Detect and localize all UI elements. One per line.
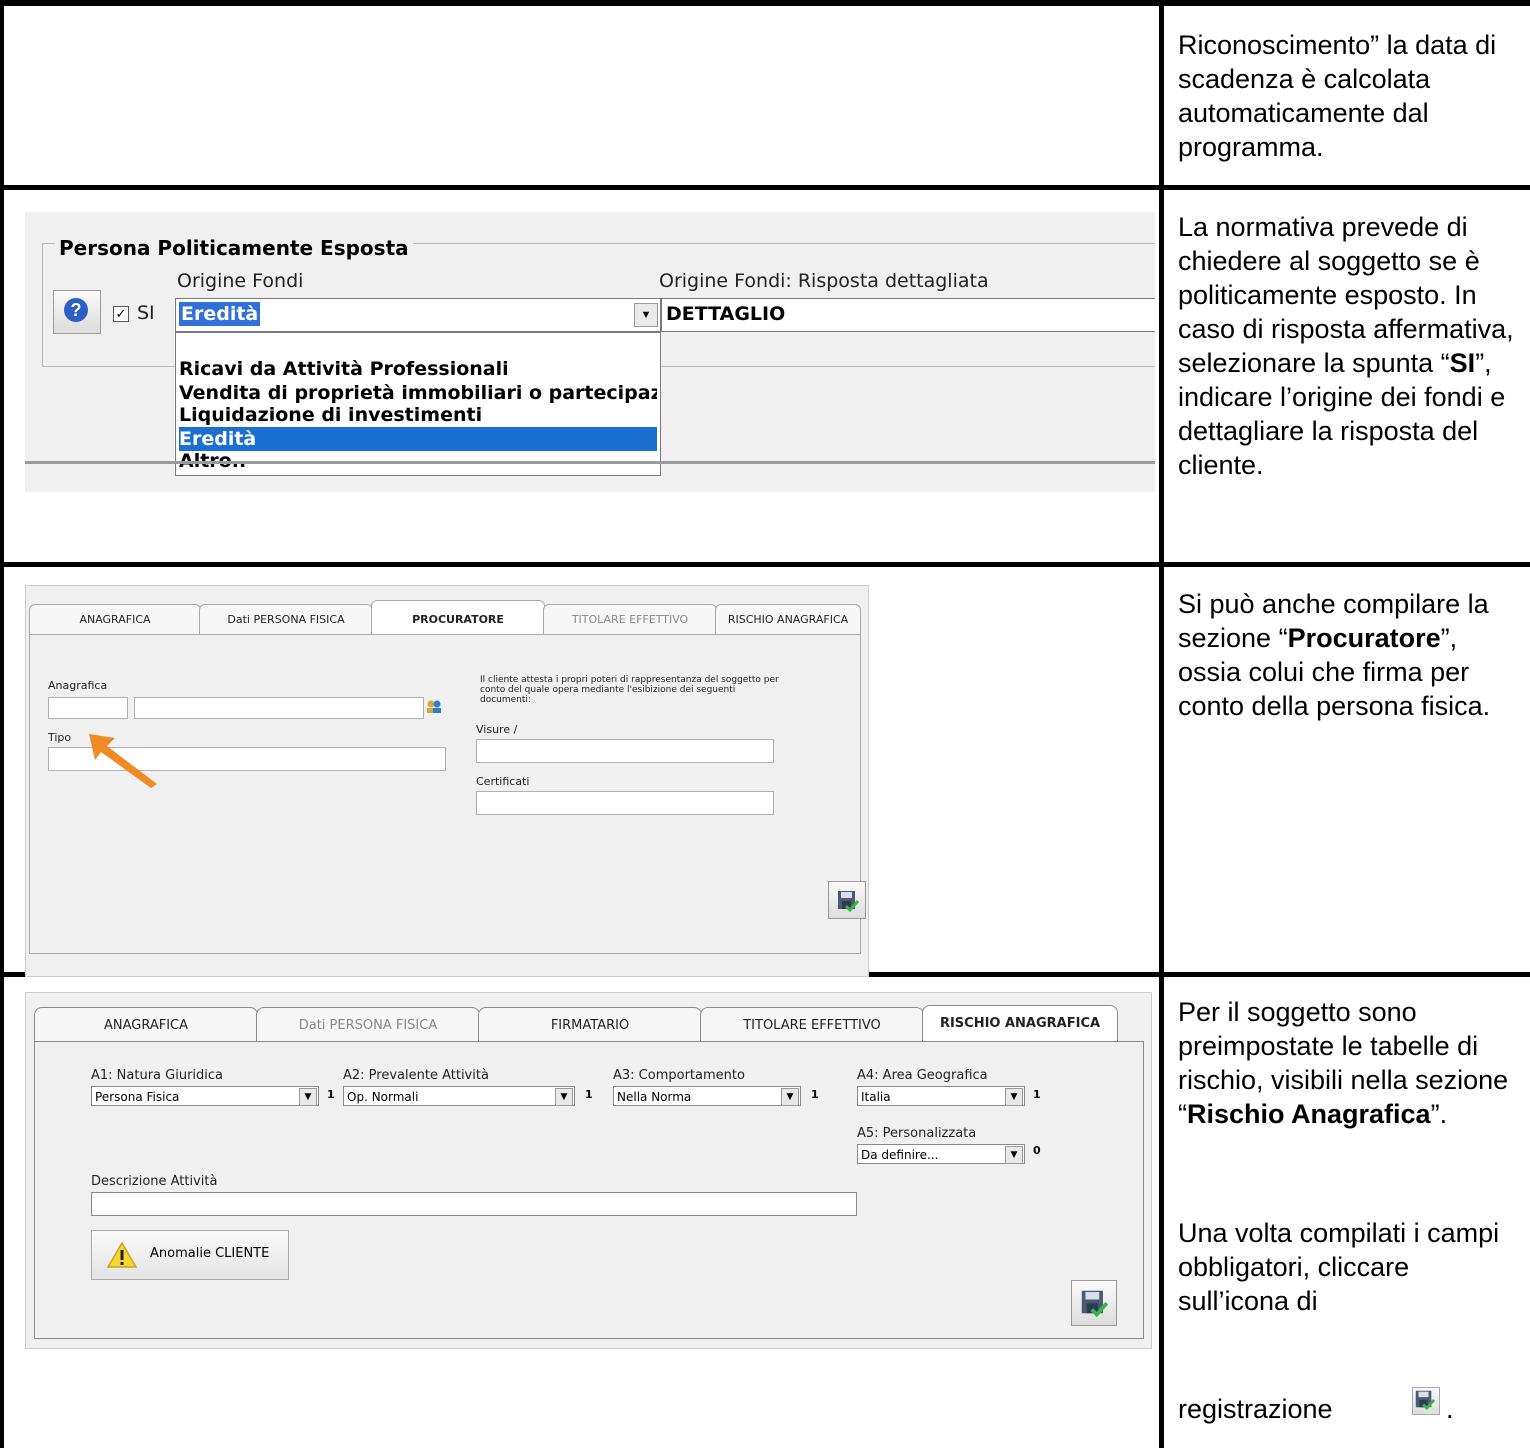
row4-registrazione: registrazione (1178, 1394, 1333, 1424)
a4-select[interactable]: Italia ▼ (857, 1086, 1025, 1106)
chevron-down-icon[interactable]: ▼ (1005, 1146, 1023, 1164)
save-icon (1412, 1387, 1440, 1415)
dropdown-option[interactable]: Vendita di proprietà immobiliari o parte… (179, 381, 657, 405)
a5-value: Da definire... (861, 1148, 939, 1162)
a1-value: Persona Fisica (95, 1090, 180, 1104)
chevron-down-icon[interactable]: ▼ (634, 303, 658, 327)
attestazione-note: Il cliente attesta i propri poteri di ra… (480, 675, 779, 705)
si-checkbox[interactable]: ✓ (113, 306, 129, 322)
dropdown-option[interactable]: Ricavi da Attività Professionali (179, 357, 657, 381)
tipo-label: Tipo (48, 731, 72, 744)
certificati-label: Certificati (476, 775, 530, 788)
dettaglio-label: Origine Fondi: Risposta dettagliata (659, 270, 989, 292)
procuratore-panel: Anagrafica Tipo Il cliente attesta i pro… (29, 634, 866, 954)
chevron-down-icon[interactable]: ▼ (555, 1088, 573, 1106)
origine-fondi-dropdown-list: Ricavi da Attività Professionali Vendita… (175, 332, 661, 476)
a3-label: A3: Comportamento (613, 1068, 745, 1083)
tab-titolare-effettivo[interactable]: TITOLARE EFFETTIVO (700, 1007, 924, 1042)
origine-fondi-label: Origine Fondi (177, 270, 304, 292)
selected-value: Eredità (179, 302, 261, 326)
row4-instruction: Una volta compilati i campi obbligatori,… (1178, 1218, 1500, 1316)
a2-label: A2: Prevalente Attività (343, 1068, 489, 1083)
a1-select[interactable]: Persona Fisica ▼ (91, 1086, 319, 1106)
save-button[interactable] (828, 881, 866, 919)
address-book-icon[interactable] (424, 697, 444, 717)
a5-select[interactable]: Da definire... ▼ (857, 1144, 1025, 1164)
table-border-left (0, 0, 4, 1448)
row-divider (0, 185, 1530, 190)
tab-titolare-effettivo[interactable]: TITOLARE EFFETTIVO (543, 604, 717, 635)
a4-score: 1 (1033, 1088, 1041, 1101)
warning-icon (106, 1241, 138, 1268)
a3-value: Nella Norma (617, 1090, 692, 1104)
chevron-down-icon[interactable]: ▼ (781, 1088, 799, 1106)
row3-description: Si può anche compilare la sezione “Procu… (1178, 589, 1491, 721)
tab-rischio-anagrafica[interactable]: RISCHIO ANAGRAFICA (715, 604, 861, 635)
a5-score: 0 (1033, 1144, 1041, 1157)
row2-description: La normativa prevede di chiedere al sogg… (1178, 212, 1514, 480)
pep-screenshot: Persona Politicamente Esposta Origine Fo… (25, 212, 1155, 492)
pep-legend: Persona Politicamente Esposta (55, 236, 413, 260)
a1-score: 1 (327, 1088, 335, 1101)
anomalie-label: Anomalie CLIENTE (150, 1246, 270, 1261)
a1-label: A1: Natura Giuridica (91, 1068, 224, 1083)
row4-description: Per il soggetto sono preimpostate le tab… (1178, 997, 1509, 1129)
a2-select[interactable]: Op. Normali ▼ (343, 1086, 575, 1106)
dropdown-option[interactable]: Liquidazione di investimenti (179, 403, 657, 427)
visure-label: Visure / (476, 723, 518, 736)
save-icon (1081, 1290, 1108, 1317)
save-button[interactable] (1071, 1280, 1117, 1326)
anomalie-cliente-button[interactable]: Anomalie CLIENTE (91, 1230, 289, 1280)
a4-label: A4: Area Geografica (857, 1068, 988, 1083)
help-button[interactable]: ? (53, 290, 101, 334)
arrow-icon (89, 734, 157, 788)
row-divider (0, 562, 1530, 567)
tab-anagrafica[interactable]: ANAGRAFICA (29, 604, 201, 635)
a5-label: A5: Personalizzata (857, 1126, 977, 1141)
descrizione-input[interactable] (91, 1192, 857, 1216)
rischio-screenshot: ANAGRAFICA Dati PERSONA FISICA FIRMATARI… (25, 992, 1152, 1349)
row1-description: Riconoscimento” la data di scadenza è ca… (1178, 30, 1497, 162)
document-table: Riconoscimento” la data di scadenza è ca… (0, 0, 1530, 1448)
row4-dot: . (1446, 1394, 1454, 1424)
visure-input[interactable] (476, 739, 774, 763)
divider (25, 461, 1155, 464)
tab-dati-persona-fisica[interactable]: Dati PERSONA FISICA (199, 604, 373, 635)
anagrafica-code-input[interactable] (48, 697, 128, 719)
a3-score: 1 (811, 1088, 819, 1101)
a2-score: 1 (585, 1088, 593, 1101)
dettaglio-input[interactable]: DETTAGLIO (661, 298, 1155, 332)
save-icon (838, 891, 859, 912)
tab-rischio-anagrafica[interactable]: RISCHIO ANAGRAFICA (922, 1005, 1118, 1042)
chevron-down-icon[interactable]: ▼ (299, 1088, 317, 1106)
rischio-panel: A1: Natura Giuridica Persona Fisica ▼ 1 A… (34, 1041, 1144, 1339)
tab-anagrafica[interactable]: ANAGRAFICA (34, 1007, 258, 1042)
a3-select[interactable]: Nella Norma ▼ (613, 1086, 801, 1106)
tab-dati-persona-fisica[interactable]: Dati PERSONA FISICA (256, 1007, 480, 1042)
tab-procuratore[interactable]: PROCURATORE (371, 600, 545, 635)
table-border-top (0, 0, 1530, 6)
a4-value: Italia (861, 1090, 891, 1104)
certificati-input[interactable] (476, 791, 774, 815)
help-icon: ? (64, 298, 88, 322)
detail-value: DETTAGLIO (666, 303, 786, 325)
a2-value: Op. Normali (347, 1090, 419, 1104)
anagrafica-name-input[interactable] (134, 697, 424, 719)
descrizione-label: Descrizione Attività (91, 1174, 218, 1189)
si-label: SI (137, 302, 155, 324)
chevron-down-icon[interactable]: ▼ (1005, 1088, 1023, 1106)
tab-firmatario[interactable]: FIRMATARIO (478, 1007, 702, 1042)
dropdown-option-selected[interactable]: Eredità (179, 427, 657, 451)
anagrafica-label: Anagrafica (48, 679, 108, 692)
column-divider (1159, 0, 1164, 1448)
origine-fondi-select[interactable]: Eredità ▼ (175, 298, 661, 332)
